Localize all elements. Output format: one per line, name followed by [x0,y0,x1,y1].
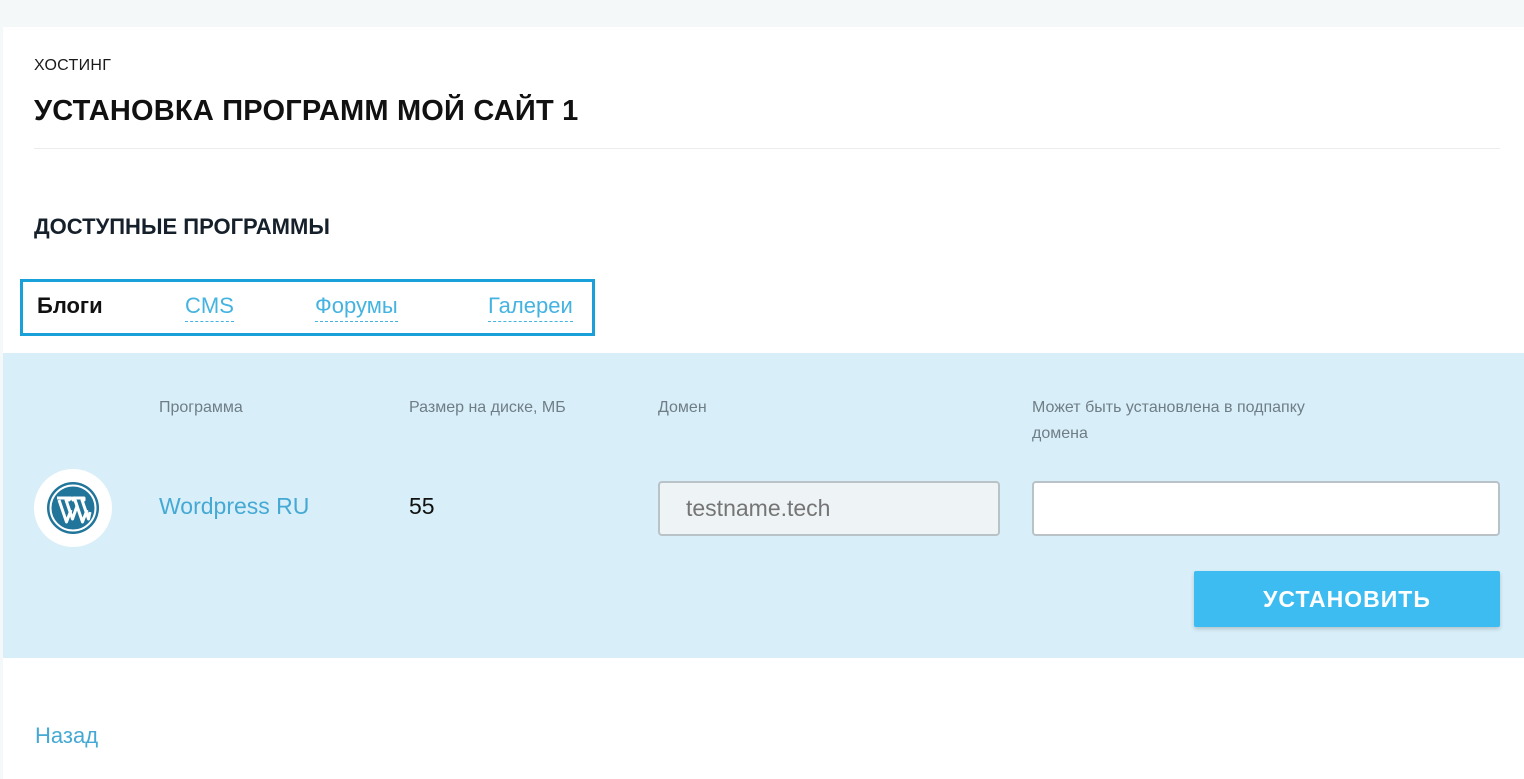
wordpress-logo-icon [34,469,112,547]
column-header-subfolder-line2: домена [1032,425,1088,442]
column-header-size: Размер на диске, МБ [409,399,566,416]
program-table: Программа Размер на диске, МБ Домен Може… [3,353,1524,658]
breadcrumb[interactable]: ХОСТИНГ [34,57,111,75]
tab-forums[interactable]: Форумы [315,291,398,322]
page-title: УСТАНОВКА ПРОГРАММ МОЙ САЙТ 1 [34,95,579,127]
title-divider [34,148,1500,149]
tab-blogs[interactable]: Блоги [37,291,103,321]
tab-cms[interactable]: CMS [185,291,234,322]
column-header-domain: Домен [658,399,707,416]
install-button[interactable]: УСТАНОВИТЬ [1194,571,1500,627]
disk-size-value: 55 [409,493,435,519]
column-header-subfolder-line1: Может быть установлена в подпапку [1032,399,1305,416]
page-content: ХОСТИНГ УСТАНОВКА ПРОГРАММ МОЙ САЙТ 1 ДО… [3,27,1524,779]
tab-galleries[interactable]: Галереи [488,291,573,322]
subfolder-field[interactable] [1032,481,1500,536]
section-title: ДОСТУПНЫЕ ПРОГРАММЫ [34,214,330,239]
column-header-program: Программа [159,399,243,416]
program-category-tabs: Блоги CMS Форумы Галереи [20,279,595,336]
program-link-wordpress[interactable]: Wordpress RU [159,493,309,520]
domain-field[interactable] [658,481,1000,536]
column-header-subfolder: Может быть установлена в подпапку домена [1032,395,1305,447]
back-link[interactable]: Назад [35,723,98,749]
